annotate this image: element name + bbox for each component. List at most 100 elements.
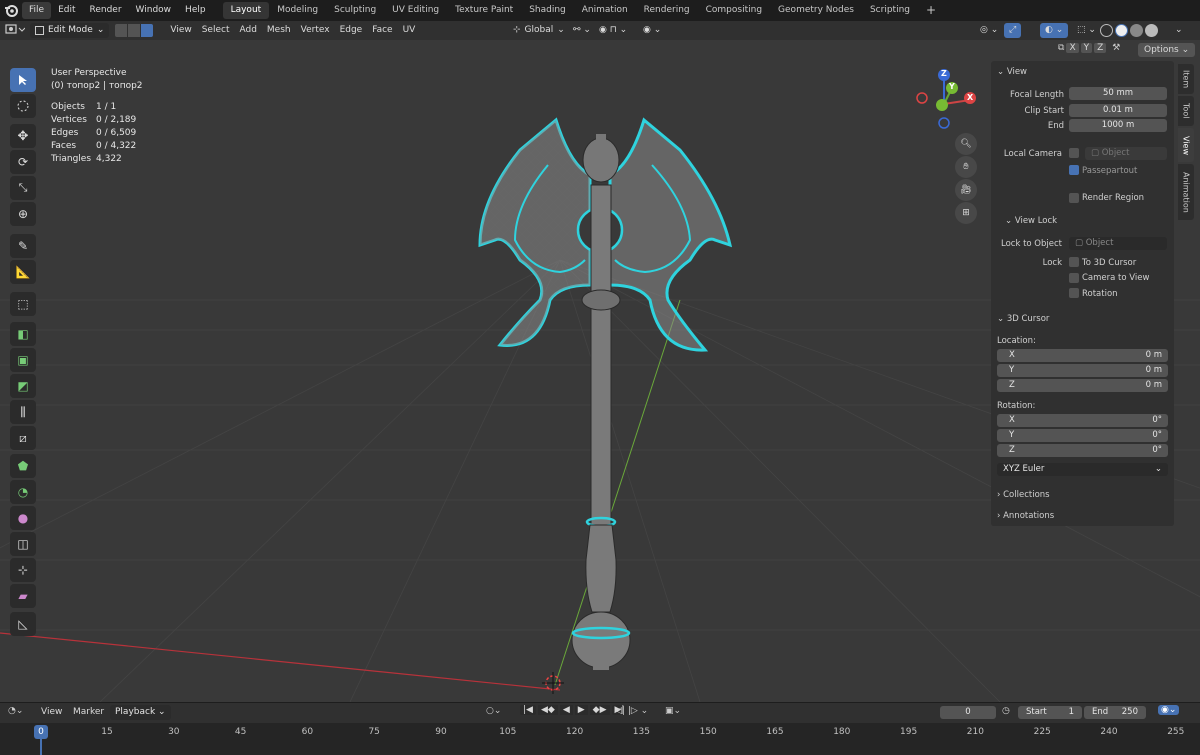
- menu-file[interactable]: File: [22, 2, 52, 19]
- cursor-tool-icon[interactable]: [10, 94, 36, 118]
- tab-scripting[interactable]: Scripting: [862, 2, 918, 19]
- mirror-icon[interactable]: ⧉: [1058, 43, 1064, 53]
- overlays-button[interactable]: ◐ ⌄: [1040, 23, 1069, 38]
- navigation-gizmo[interactable]: Z X Y: [912, 68, 978, 130]
- transform-tool-icon[interactable]: ⊕: [10, 202, 36, 226]
- wrench-icon[interactable]: ⚒: [1112, 43, 1120, 53]
- orientation-select[interactable]: ⊹ Global ⌄: [508, 23, 570, 38]
- header-menu-mesh[interactable]: Mesh: [262, 23, 296, 38]
- local-camera-object-field[interactable]: ▢ Object: [1085, 147, 1167, 160]
- edge-slide-tool-icon[interactable]: ◫: [10, 532, 36, 556]
- spin-tool-icon[interactable]: ◔: [10, 480, 36, 504]
- local-camera-checkbox[interactable]: [1069, 148, 1079, 158]
- timeline-view-icon[interactable]: ◉⌄: [1158, 705, 1180, 715]
- move-tool-icon[interactable]: ✥: [10, 124, 36, 148]
- bevel-tool-icon[interactable]: ◩: [10, 374, 36, 398]
- view-lock-header[interactable]: ⌄ View Lock: [1005, 216, 1057, 226]
- header-menu-view[interactable]: View: [165, 23, 196, 38]
- current-frame-field[interactable]: 0: [940, 706, 996, 719]
- keying-icon[interactable]: ○⌄: [486, 706, 501, 716]
- tab-sculpting[interactable]: Sculpting: [326, 2, 384, 19]
- rotation-mode-select[interactable]: XYZ Euler ⌄: [997, 463, 1168, 476]
- rotate-tool-icon[interactable]: ⟳: [10, 150, 36, 174]
- tab-compositing[interactable]: Compositing: [698, 2, 770, 19]
- timeline-menu-playback[interactable]: Playback ⌄: [110, 705, 171, 720]
- tab-shading[interactable]: Shading: [521, 2, 574, 19]
- zoom-icon[interactable]: 🔍︎: [955, 133, 977, 155]
- snap-icon[interactable]: ◉ ⊓ ⌄: [594, 23, 632, 38]
- scale-tool-icon[interactable]: ⤡: [10, 176, 36, 200]
- render-region-checkbox[interactable]: [1069, 193, 1079, 203]
- perspective-toggle-icon[interactable]: ⊞: [955, 202, 977, 224]
- start-frame-field[interactable]: Start 1: [1018, 706, 1082, 719]
- menu-render[interactable]: Render: [83, 0, 129, 21]
- timeline-menu-view[interactable]: View: [36, 705, 67, 720]
- header-menu-face[interactable]: Face: [367, 23, 397, 38]
- rip-region-tool-icon[interactable]: ◺: [10, 612, 36, 636]
- smooth-tool-icon[interactable]: ●: [10, 506, 36, 530]
- menu-help[interactable]: Help: [178, 0, 213, 21]
- editor-type-icon[interactable]: [0, 23, 30, 38]
- select-tool-icon[interactable]: [10, 68, 36, 92]
- overlay-icons[interactable]: ◎ ⌄: [975, 23, 1003, 38]
- play-reverse-icon[interactable]: ◀: [559, 705, 573, 715]
- prev-keyframe-icon[interactable]: ◀◆: [537, 705, 558, 715]
- tab-layout[interactable]: Layout: [222, 2, 270, 19]
- timeline-menu-marker[interactable]: Marker: [68, 705, 109, 720]
- poly-build-tool-icon[interactable]: ⬟: [10, 454, 36, 478]
- mirror-x-toggle[interactable]: X: [1066, 43, 1079, 53]
- knife-tool-icon[interactable]: ⧄: [10, 426, 36, 450]
- pan-icon[interactable]: ✋︎: [955, 156, 977, 178]
- tab-uv-editing[interactable]: UV Editing: [384, 2, 447, 19]
- tab-rendering[interactable]: Rendering: [636, 2, 698, 19]
- timeline-area[interactable]: 0 15 30 45 60 75 90 105 120 135 150 165 180 195 210 22…: [0, 723, 1200, 755]
- tab-animation[interactable]: Animation: [574, 2, 636, 19]
- annotations-section-header[interactable]: › Annotations: [997, 511, 1054, 521]
- material-shading-icon[interactable]: [1130, 24, 1143, 37]
- loop-cut-tool-icon[interactable]: ⫼: [10, 400, 36, 424]
- tab-geometry-nodes[interactable]: Geometry Nodes: [770, 2, 862, 19]
- extrude-tool-icon[interactable]: ◧: [10, 322, 36, 346]
- end-frame-field[interactable]: End 250: [1084, 706, 1146, 719]
- next-keyframe-icon[interactable]: ◆▶: [589, 705, 610, 715]
- pivot-icon[interactable]: ⚯ ⌄: [568, 23, 596, 38]
- cursor-section-header[interactable]: ⌄ 3D Cursor: [997, 314, 1049, 324]
- clip-end-field[interactable]: 1000 m: [1069, 119, 1167, 132]
- face-select-icon[interactable]: [141, 24, 154, 37]
- gizmo-toggle-icon[interactable]: ⤢: [1004, 23, 1022, 38]
- timeline-editor-icon[interactable]: ◔⌄: [8, 706, 23, 716]
- sidebar-tab-item[interactable]: Item: [1178, 64, 1194, 94]
- interp-controls[interactable]: ◁| |▷ ⌄: [615, 706, 648, 716]
- header-menu-select[interactable]: Select: [197, 23, 235, 38]
- camera-to-view-checkbox[interactable]: [1069, 273, 1079, 283]
- play-icon[interactable]: ▶: [574, 705, 588, 715]
- snap-timeline-icon[interactable]: ▣⌄: [665, 706, 681, 716]
- shading-options-icon[interactable]: ⌄: [1170, 23, 1188, 38]
- wireframe-shading-icon[interactable]: [1100, 24, 1113, 37]
- sidebar-tab-tool[interactable]: Tool: [1178, 96, 1194, 126]
- menu-edit[interactable]: Edit: [51, 0, 82, 21]
- header-menu-add[interactable]: Add: [234, 23, 261, 38]
- cursor-rotation-y[interactable]: Y 0°: [997, 429, 1168, 442]
- vertex-select-icon[interactable]: [115, 24, 128, 37]
- options-button[interactable]: Options ⌄: [1138, 43, 1196, 57]
- mode-select[interactable]: Edit Mode ⌄: [30, 23, 110, 38]
- clip-start-field[interactable]: 0.01 m: [1069, 104, 1167, 117]
- rotation-lock-checkbox[interactable]: [1069, 288, 1079, 298]
- mirror-z-toggle[interactable]: Z: [1094, 43, 1107, 53]
- playhead[interactable]: 0: [34, 725, 48, 739]
- inset-tool-icon[interactable]: ▣: [10, 348, 36, 372]
- proportional-edit-icon[interactable]: ◉ ⌄: [638, 23, 666, 38]
- cursor-rotation-z[interactable]: Z 0°: [997, 444, 1168, 457]
- lock-object-field[interactable]: ▢ Object: [1069, 237, 1167, 250]
- tab-modeling[interactable]: Modeling: [269, 2, 326, 19]
- mirror-y-toggle[interactable]: Y: [1080, 43, 1093, 53]
- menu-window[interactable]: Window: [129, 0, 179, 21]
- shear-tool-icon[interactable]: ▰: [10, 584, 36, 608]
- xray-icon[interactable]: ⬚ ⌄: [1072, 23, 1101, 38]
- header-menu-uv[interactable]: UV: [398, 23, 421, 38]
- passepartout-checkbox[interactable]: [1069, 165, 1079, 175]
- clock-icon[interactable]: ◷: [1002, 706, 1010, 716]
- sidebar-tab-view[interactable]: View: [1178, 128, 1194, 162]
- cursor-location-z[interactable]: Z 0 m: [997, 379, 1168, 392]
